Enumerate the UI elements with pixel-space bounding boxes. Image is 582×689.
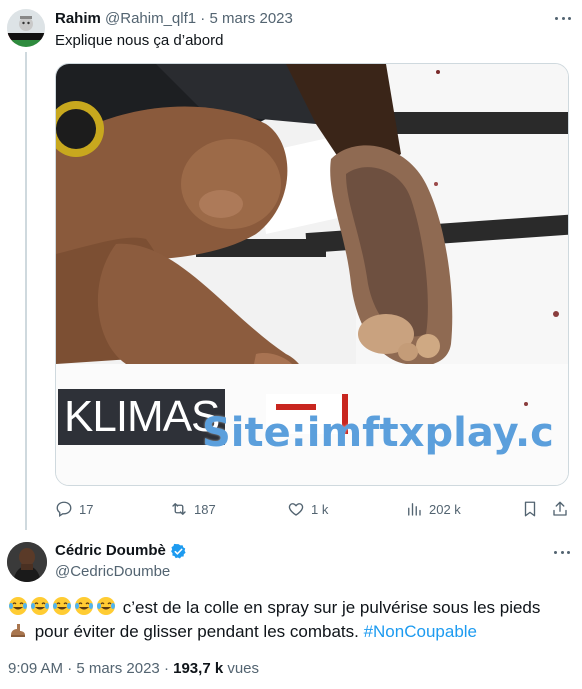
more-dot-icon xyxy=(554,550,557,554)
tweet-header: Rahim @Rahim_qlf1 · 5 mars 2023 xyxy=(55,10,293,28)
author-name[interactable]: Cédric Doumbè xyxy=(55,542,166,560)
avatar[interactable] xyxy=(7,542,47,582)
tweet-text-line2: pour éviter de glisser pendant les comba… xyxy=(30,622,364,641)
views-label: vues xyxy=(223,660,260,677)
avatar[interactable] xyxy=(7,9,45,47)
share-icon xyxy=(553,501,567,516)
tears-of-joy-emoji-icon xyxy=(97,597,115,615)
bookmark-button[interactable] xyxy=(521,498,539,520)
main-tweet[interactable]: Cédric Doumbè @CedricDoumbe c’est de la … xyxy=(0,530,582,689)
heart-icon xyxy=(288,503,304,516)
like-count: 1 k xyxy=(311,501,329,517)
reply-button[interactable]: 17 xyxy=(55,498,93,520)
author-name[interactable]: Rahim xyxy=(55,10,101,27)
views-count: 202 k xyxy=(429,501,461,517)
author-handle[interactable]: @Rahim_qlf1 xyxy=(105,10,196,27)
retweet-icon xyxy=(172,503,186,515)
tears-of-joy-emoji-icon xyxy=(31,597,49,615)
bookmark-icon xyxy=(524,501,536,517)
tweet-metadata: 9:09 AM · 5 mars 2023 · 193,7 k vues xyxy=(8,660,259,678)
verified-badge-icon[interactable] xyxy=(170,543,187,560)
tears-of-joy-emoji-icon xyxy=(75,597,93,615)
more-dot-icon xyxy=(567,550,570,554)
views-count: 193,7 k xyxy=(173,660,224,677)
more-options-button[interactable] xyxy=(553,12,573,24)
share-button[interactable] xyxy=(551,498,569,520)
tweet-text: c’est de la colle en spray sur je pulvér… xyxy=(8,596,574,644)
more-dot-icon xyxy=(568,16,571,20)
author-handle[interactable]: @CedricDoumbe xyxy=(55,563,170,581)
tweet-text: Explique nous ça d’abord xyxy=(55,32,224,49)
author-name-row: Cédric Doumbè xyxy=(55,542,187,560)
retweet-button[interactable]: 187 xyxy=(170,498,216,520)
more-options-button[interactable] xyxy=(552,546,572,558)
more-dot-icon xyxy=(560,550,564,554)
retweet-count: 187 xyxy=(194,501,216,517)
tweet-time[interactable]: 9:09 AM xyxy=(8,660,63,677)
tweet-actions: 17 187 1 k 202 k xyxy=(55,498,570,520)
like-button[interactable]: 1 k xyxy=(287,498,328,520)
reply-tweet[interactable]: Rahim @Rahim_qlf1 · 5 mars 2023 Explique… xyxy=(0,0,582,530)
laughing-emoji-group xyxy=(8,597,123,617)
site-watermark: Site:imftxplay.c xyxy=(202,410,554,456)
avatar-image xyxy=(7,9,45,47)
tweet-date[interactable]: 5 mars 2023 xyxy=(209,10,292,27)
analytics-icon xyxy=(408,503,421,516)
separator-dot: · xyxy=(63,660,77,677)
separator-dot: · xyxy=(159,660,174,677)
tweet-media-image[interactable]: KLIMAS Site:imftxplay.c xyxy=(55,63,569,486)
tweet-date[interactable]: 5 mars 2023 xyxy=(76,660,159,677)
foot-emoji-icon xyxy=(11,624,25,637)
more-dot-icon xyxy=(561,16,565,20)
hashtag-link[interactable]: #NonCoupable xyxy=(364,622,477,641)
more-dot-icon xyxy=(555,16,558,20)
reply-icon xyxy=(56,501,72,517)
overlay-name-bar: KLIMAS xyxy=(58,389,226,445)
reply-count: 17 xyxy=(79,501,94,517)
thread-connector-line xyxy=(25,52,27,530)
tears-of-joy-emoji-icon xyxy=(9,597,27,615)
tears-of-joy-emoji-icon xyxy=(53,597,71,615)
avatar-image xyxy=(7,542,47,582)
views-button[interactable]: 202 k xyxy=(405,498,461,520)
tweet-text-line1: c’est de la colle en spray sur je pulvér… xyxy=(122,598,541,617)
